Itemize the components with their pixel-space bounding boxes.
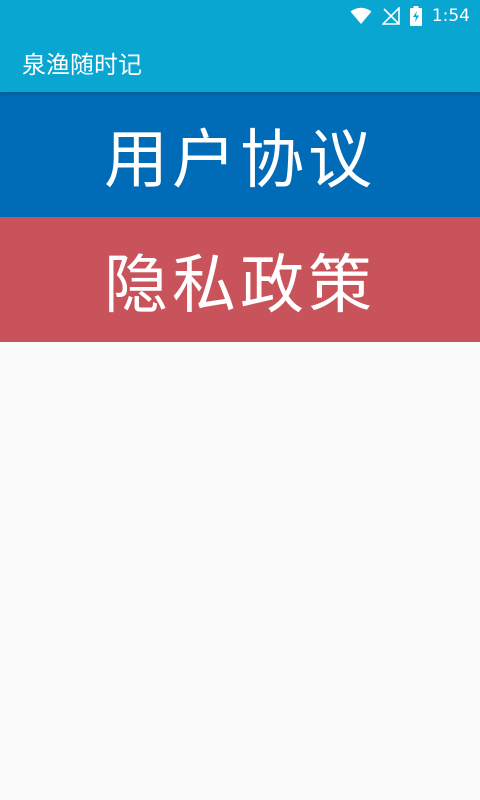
status-time: 1:54 xyxy=(431,6,470,26)
content-area xyxy=(0,342,480,800)
status-bar: 1:54 xyxy=(0,0,480,32)
app-title: 泉渔随时记 xyxy=(22,50,142,79)
privacy-policy-label: 隐私政策 xyxy=(104,248,376,323)
screen: 1:54 泉渔随时记 用户协议 隐私政策 xyxy=(0,0,480,800)
privacy-policy-button[interactable]: 隐私政策 xyxy=(0,217,480,342)
wifi-icon xyxy=(350,7,372,25)
user-agreement-button[interactable]: 用户协议 xyxy=(0,92,480,217)
app-bar: 泉渔随时记 xyxy=(0,32,480,92)
no-signal-icon xyxy=(381,7,400,25)
user-agreement-label: 用户协议 xyxy=(104,123,376,198)
battery-charging-icon xyxy=(409,6,422,26)
